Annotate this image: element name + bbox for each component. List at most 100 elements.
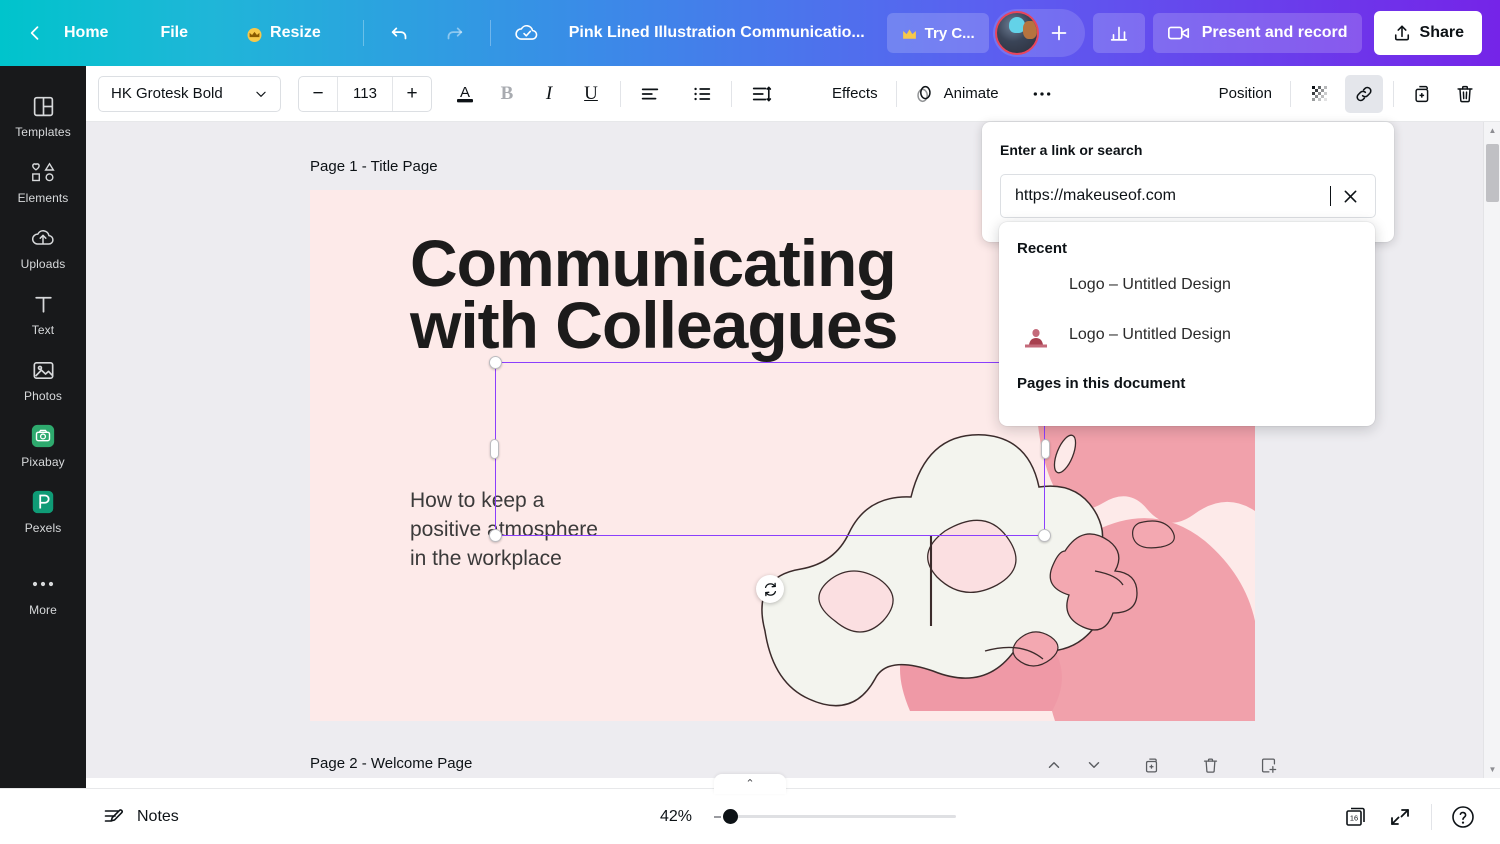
bold-button[interactable]: B xyxy=(488,75,526,113)
transparency-icon xyxy=(1312,85,1327,101)
selection-handle-left[interactable] xyxy=(490,439,499,459)
divider xyxy=(1290,80,1291,107)
link-popover-heading: Enter a link or search xyxy=(1000,142,1143,158)
recent-heading: Recent xyxy=(1017,240,1068,257)
sidebar-item-pexels[interactable]: Pexels xyxy=(0,478,86,544)
list-button[interactable] xyxy=(683,75,721,113)
position-button[interactable]: Position xyxy=(1211,85,1280,102)
bottom-right-tools: 16 xyxy=(1337,798,1482,836)
top-bar: Home File Resize Pink Lined Illustration… xyxy=(0,0,1500,66)
zoom-slider-knob[interactable] xyxy=(723,809,738,824)
design-thumbnail xyxy=(1017,322,1055,348)
text-caret xyxy=(1329,186,1331,206)
sidebar-item-templates[interactable]: Templates xyxy=(0,82,86,148)
share-upload-icon xyxy=(1394,25,1409,41)
list-item[interactable]: Logo – Untitled Design xyxy=(999,313,1375,357)
selection-handle-top-left[interactable] xyxy=(489,356,502,369)
collapse-panel-button[interactable]: ⌃ xyxy=(714,774,786,794)
text-icon xyxy=(30,291,56,317)
italic-button[interactable]: I xyxy=(530,75,568,113)
file-label: File xyxy=(160,24,189,41)
zoom-slider[interactable] xyxy=(714,807,956,827)
subtitle-textbox[interactable]: How to keep a positive atmosphere in the… xyxy=(410,487,600,574)
sidebar-item-elements[interactable]: Elements xyxy=(0,148,86,214)
text-color-button[interactable]: A xyxy=(446,75,484,113)
rotate-handle[interactable] xyxy=(756,575,784,603)
link-suggestions-panel: Recent Logo – Untitled Design Logo – Unt… xyxy=(999,222,1375,426)
file-menu-button[interactable]: File xyxy=(142,14,206,52)
chevron-up-icon xyxy=(1048,762,1060,768)
font-family-select[interactable]: HK Grotesk Bold xyxy=(98,75,281,112)
font-size-input[interactable]: 113 xyxy=(337,76,393,111)
try-canva-pro-button[interactable]: Try C... xyxy=(886,13,989,53)
trash-icon xyxy=(1457,85,1473,102)
redo-button[interactable] xyxy=(434,14,474,52)
move-page-down-button[interactable] xyxy=(1080,751,1108,778)
ellipsis-icon xyxy=(1033,91,1050,96)
selection-handle-bottom-left[interactable] xyxy=(489,529,502,542)
list-item-label: Logo – Untitled Design xyxy=(1069,326,1231,343)
selection-handle-right[interactable] xyxy=(1041,439,1050,459)
scroll-down-arrow[interactable]: ▼ xyxy=(1484,761,1500,778)
list-item[interactable]: Logo – Untitled Design xyxy=(999,263,1375,307)
more-options-button[interactable] xyxy=(1023,75,1061,113)
sidebar-item-photos[interactable]: Photos xyxy=(0,346,86,412)
add-page-button[interactable] xyxy=(1254,751,1282,778)
notes-button[interactable]: Notes xyxy=(102,805,179,829)
vertical-scrollbar[interactable]: ▲ ▼ xyxy=(1483,122,1500,778)
effects-button[interactable]: Effects xyxy=(824,85,886,102)
duplicate-page-button[interactable] xyxy=(1138,751,1166,778)
saved-to-cloud-button[interactable] xyxy=(507,14,547,52)
link-button[interactable] xyxy=(1345,74,1383,113)
page-2-label[interactable]: Page 2 - Welcome Page xyxy=(310,755,472,772)
title-textbox[interactable]: Communicating with Colleagues xyxy=(410,230,955,358)
font-size-decrease-button[interactable]: − xyxy=(299,77,337,111)
collaborators-group[interactable] xyxy=(992,9,1085,57)
list-item-label: Logo – Untitled Design xyxy=(1069,276,1231,293)
zoom-slider-track[interactable] xyxy=(724,815,956,818)
sidebar-item-pixabay[interactable]: Pixabay xyxy=(0,412,86,478)
avatar[interactable] xyxy=(994,11,1039,55)
photos-icon xyxy=(30,357,56,383)
fullscreen-button[interactable] xyxy=(1381,798,1419,836)
vertical-scroll-thumb[interactable] xyxy=(1486,144,1499,202)
delete-button[interactable] xyxy=(1446,75,1484,113)
text-align-button[interactable] xyxy=(631,75,669,113)
scroll-up-arrow[interactable]: ▲ xyxy=(1484,122,1500,139)
animate-icon xyxy=(916,85,931,102)
transparency-button[interactable] xyxy=(1301,75,1339,113)
bar-chart-icon xyxy=(1110,26,1127,41)
sidebar-label: Elements xyxy=(17,191,69,205)
document-title[interactable]: Pink Lined Illustration Communicatio... xyxy=(569,24,865,42)
font-size-stepper[interactable]: − 113 + xyxy=(298,75,432,112)
underline-button[interactable]: U xyxy=(572,75,610,113)
move-page-up-button[interactable] xyxy=(1040,751,1068,778)
sidebar-label: Pixabay xyxy=(21,455,65,469)
sidebar-item-text[interactable]: Text xyxy=(0,280,86,346)
duplicate-button[interactable] xyxy=(1404,75,1442,113)
zoom-minus-mark xyxy=(714,815,721,818)
elements-icon xyxy=(30,159,56,185)
sidebar-item-more[interactable]: More xyxy=(0,560,86,626)
add-people-button[interactable] xyxy=(1039,14,1079,52)
help-button[interactable] xyxy=(1444,798,1482,836)
link-input-row[interactable] xyxy=(1000,174,1376,218)
font-size-increase-button[interactable]: + xyxy=(393,77,431,111)
selection-handle-bottom-right[interactable] xyxy=(1038,529,1051,542)
home-button[interactable]: Home xyxy=(52,14,120,52)
animate-button[interactable]: Animate xyxy=(907,83,1005,105)
sidebar-item-uploads[interactable]: Uploads xyxy=(0,214,86,280)
grid-view-button[interactable]: 16 xyxy=(1337,798,1375,836)
insights-button[interactable] xyxy=(1092,13,1145,53)
present-and-record-button[interactable]: Present and record xyxy=(1152,13,1362,53)
back-button[interactable] xyxy=(18,14,52,52)
page-1-label[interactable]: Page 1 - Title Page xyxy=(310,158,438,175)
line-spacing-button[interactable] xyxy=(742,75,780,113)
clear-link-button[interactable] xyxy=(1337,183,1363,209)
share-button[interactable]: Share xyxy=(1373,11,1482,55)
undo-button[interactable] xyxy=(380,14,420,52)
delete-page-button[interactable] xyxy=(1196,751,1224,778)
resize-button[interactable]: Resize xyxy=(232,14,335,52)
link-input[interactable] xyxy=(1015,187,1331,205)
rotate-icon xyxy=(764,582,776,596)
